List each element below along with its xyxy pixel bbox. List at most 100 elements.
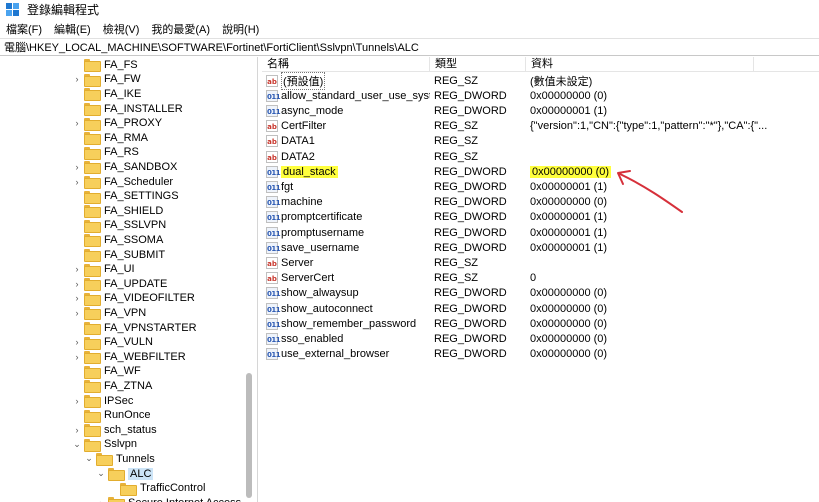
expand-chevron-icon[interactable]: › — [96, 498, 106, 502]
value-row[interactable]: ab DATA1 REG_SZ — [262, 134, 819, 149]
expand-chevron-icon[interactable]: › — [72, 308, 82, 318]
string-icon: ab — [266, 256, 278, 269]
expand-chevron-icon[interactable]: › — [72, 264, 82, 274]
expand-chevron-icon[interactable]: › — [72, 74, 82, 84]
value-row[interactable]: 011 dual_stack REG_DWORD 0x00000000 (0) — [262, 164, 819, 179]
expand-chevron-icon[interactable]: › — [72, 425, 82, 435]
value-data: 0x00000000 (0) — [530, 302, 608, 315]
value-row[interactable]: 011 use_external_browser REG_DWORD 0x000000… — [262, 347, 819, 362]
tree-item[interactable]: ⌄ Tunnels — [84, 452, 155, 467]
menu-edit[interactable]: 編輯(E) — [54, 21, 91, 37]
tree-item[interactable]: FA_FS — [72, 58, 138, 73]
value-name: Server — [281, 256, 314, 269]
tree-item[interactable]: FA_SSOMA — [72, 233, 163, 248]
value-row[interactable]: 011 show_autoconnect REG_DWORD 0x00000000 (… — [262, 301, 819, 316]
value-row[interactable]: 011 promptusername REG_DWORD 0x00000001 (1) — [262, 225, 819, 240]
value-row[interactable]: 011 show_remember_password REG_DWORD 0x0000… — [262, 316, 819, 331]
value-type: REG_SZ — [434, 74, 479, 87]
value-row[interactable]: 011 promptcertificate REG_DWORD 0x00000001 … — [262, 210, 819, 225]
expand-chevron-icon[interactable]: › — [72, 352, 82, 362]
value-row[interactable]: 011 save_username REG_DWORD 0x00000001 (1) — [262, 240, 819, 255]
folder-icon — [84, 73, 101, 87]
tree-scrollbar[interactable] — [244, 57, 254, 502]
folder-icon — [84, 409, 101, 423]
menu-help[interactable]: 說明(H) — [222, 21, 259, 37]
tree-item[interactable]: FA_SSLVPN — [72, 218, 166, 233]
value-row[interactable]: 011 show_alwaysup REG_DWORD 0x00000000 (0) — [262, 286, 819, 301]
expand-chevron-icon[interactable]: ⌄ — [84, 453, 94, 464]
folder-icon — [84, 365, 101, 379]
value-name-cell: ab (預設值) — [262, 71, 430, 90]
tree-item[interactable]: › FA_Scheduler — [72, 174, 173, 190]
address-bar[interactable]: 電腦\HKEY_LOCAL_MACHINE\SOFTWARE\Fortinet\… — [0, 38, 819, 56]
registry-editor-icon — [6, 3, 19, 16]
expand-chevron-icon[interactable]: › — [72, 177, 82, 187]
tree-item[interactable]: › FA_VULN — [72, 335, 153, 350]
tree-item[interactable]: › Secure Internet Access — [96, 496, 241, 502]
tree-item[interactable]: › IPSec — [72, 393, 133, 409]
expand-chevron-icon[interactable]: ⌄ — [96, 468, 106, 479]
tree-item[interactable]: › FA_UI — [72, 262, 135, 277]
value-row[interactable]: 011 machine REG_DWORD 0x00000000 (0) — [262, 195, 819, 210]
column-name-header[interactable]: 名稱 — [262, 57, 430, 72]
tree-item[interactable]: › FA_WEBFILTER — [72, 350, 186, 365]
tree-item[interactable]: RunOnce — [72, 408, 150, 423]
column-data-header[interactable]: 資料 — [526, 57, 754, 72]
expand-chevron-icon[interactable]: › — [72, 337, 82, 347]
value-data: 0x00000001 (1) — [530, 211, 608, 224]
tree-item[interactable]: FA_INSTALLER — [72, 101, 183, 117]
tree-item[interactable]: ⌄ Sslvpn — [72, 437, 137, 452]
tree-item[interactable]: FA_ZTNA — [72, 379, 152, 394]
menu-view[interactable]: 檢視(V) — [103, 21, 140, 37]
tree-item[interactable]: › FA_VIDEOFILTER — [72, 291, 195, 306]
tree-item-label: FA_RMA — [104, 131, 149, 144]
value-name-cell: 011 use_external_browser — [262, 348, 430, 361]
tree-item[interactable]: › FA_SANDBOX — [72, 160, 177, 175]
value-name: promptusername — [281, 226, 365, 239]
value-row[interactable]: ab CertFilter REG_SZ {"version":1,"CN":{"ty… — [262, 119, 819, 134]
expand-chevron-icon[interactable]: › — [72, 118, 82, 128]
tree-item[interactable]: TrafficControl — [108, 481, 205, 496]
expand-chevron-icon[interactable]: › — [72, 293, 82, 303]
expand-chevron-icon[interactable]: ⌄ — [72, 439, 82, 450]
tree-scrollbar-thumb[interactable] — [246, 373, 252, 498]
menu-file[interactable]: 檔案(F) — [6, 21, 42, 37]
value-row[interactable]: 011 sso_enabled REG_DWORD 0x00000000 (0) — [262, 331, 819, 346]
tree-item[interactable]: › FA_FW — [72, 72, 141, 87]
tree-item[interactable]: FA_IKE — [72, 87, 141, 102]
value-name: async_mode — [281, 104, 344, 117]
tree-item[interactable]: FA_RMA — [72, 131, 148, 146]
value-row[interactable]: 011allow_standard_user_use_syste... REG_D… — [262, 88, 819, 103]
tree-item[interactable]: FA_SUBMIT — [72, 247, 165, 263]
tree-item[interactable]: FA_RS — [72, 145, 139, 160]
tree-item[interactable]: FA_SETTINGS — [72, 189, 179, 204]
value-data-cell: 0x00000000 (0) — [526, 333, 819, 345]
dword-icon: 011 — [266, 196, 281, 209]
value-row[interactable]: 011 fgt REG_DWORD 0x00000001 (1) — [262, 179, 819, 194]
folder-icon — [84, 176, 101, 190]
value-row[interactable]: ab (預設值) REG_SZ (數值未設定) — [262, 71, 819, 90]
address-path[interactable]: 電腦\HKEY_LOCAL_MACHINE\SOFTWARE\Fortinet\… — [4, 39, 419, 55]
tree-item[interactable]: FA_SHIELD — [72, 204, 163, 219]
tree-item[interactable]: › FA_VPN — [72, 306, 146, 321]
column-type-header[interactable]: 類型 — [430, 57, 526, 72]
tree-item-label: FA_VIDEOFILTER — [104, 292, 195, 305]
expand-chevron-icon[interactable]: › — [72, 279, 82, 289]
tree-item[interactable]: › FA_PROXY — [72, 116, 162, 131]
dword-icon: 011 — [266, 180, 281, 193]
tree-item[interactable]: › FA_UPDATE — [72, 277, 167, 292]
expand-chevron-icon[interactable]: › — [72, 396, 82, 406]
value-row[interactable]: ab Server REG_SZ — [262, 255, 819, 270]
expand-chevron-icon[interactable]: › — [72, 162, 82, 172]
menu-favorites[interactable]: 我的最愛(A) — [151, 21, 210, 37]
dword-icon: 011 — [266, 348, 281, 361]
tree-item-label: FA_VULN — [104, 336, 153, 349]
value-row[interactable]: ab ServerCert REG_SZ 0 — [262, 271, 819, 286]
value-name: promptcertificate — [281, 211, 363, 224]
tree-item[interactable]: ⌄ ALC — [96, 466, 154, 482]
tree-item[interactable]: FA_VPNSTARTER — [72, 320, 197, 336]
tree-item[interactable]: › sch_status — [72, 423, 157, 438]
tree-item[interactable]: FA_WF — [72, 364, 141, 379]
value-row[interactable]: ab DATA2 REG_SZ — [262, 149, 819, 164]
value-row[interactable]: 011 async_mode REG_DWORD 0x00000001 (1) — [262, 103, 819, 118]
